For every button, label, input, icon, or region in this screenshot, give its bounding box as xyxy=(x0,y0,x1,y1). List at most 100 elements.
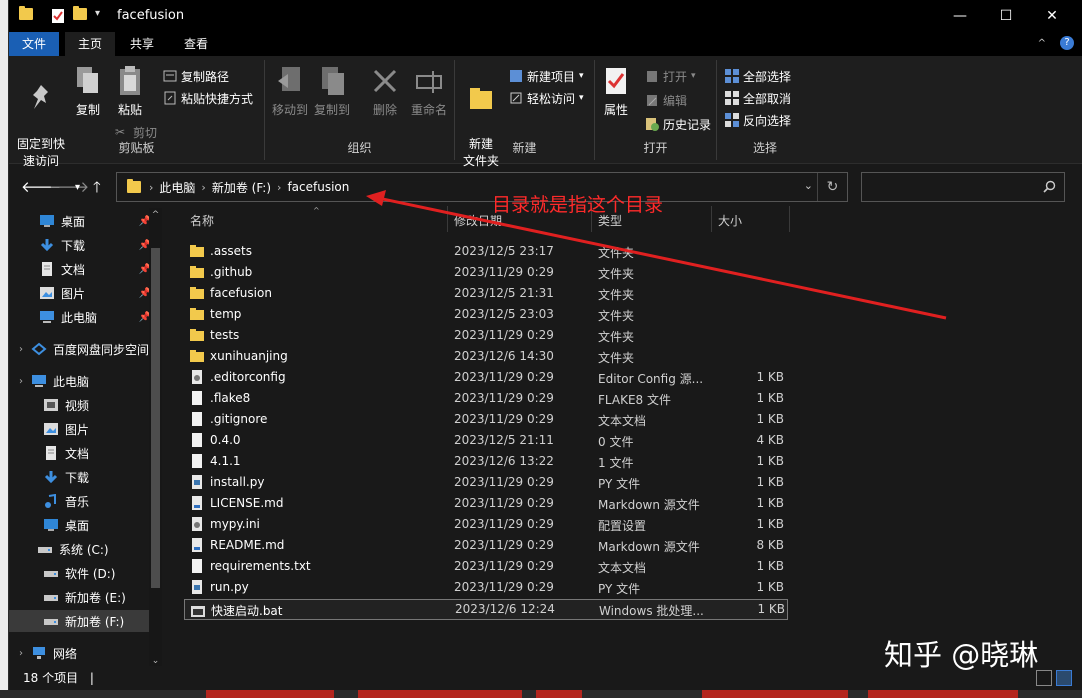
table-row[interactable]: README.md 2023/11/29 0:29 Markdown 源文件 8 KB xyxy=(184,536,788,557)
forward-arrow-icon[interactable]: 🡒 xyxy=(49,177,89,196)
recent-locations-icon[interactable]: ▾ xyxy=(75,182,80,193)
sidebar-item[interactable]: 文档 📌 xyxy=(9,258,149,280)
table-row[interactable]: tests 2023/11/29 0:29 文件夹 xyxy=(184,326,788,347)
rename-button[interactable]: 重命名 xyxy=(409,64,449,119)
address-bar[interactable]: › 此电脑 › 新加卷 (F:) › facefusion ⌄ ↻ xyxy=(116,172,848,202)
breadcrumb-separator-icon[interactable]: › xyxy=(149,181,153,194)
select-none-button[interactable]: 全部取消 xyxy=(725,88,791,108)
paste-shortcut-label: 粘贴快捷方式 xyxy=(181,91,254,106)
delete-button[interactable]: 删除 xyxy=(369,64,401,119)
expand-chevron-icon[interactable]: › xyxy=(19,344,23,355)
navigation-pane-scrollbar[interactable]: ^ ⌄ xyxy=(149,208,162,668)
new-item-button[interactable]: 新建项目 ▾ xyxy=(509,66,584,86)
sidebar-item[interactable]: 桌面 xyxy=(9,514,149,536)
table-row[interactable]: requirements.txt 2023/11/29 0:29 文本文档 1 KB xyxy=(184,557,788,578)
table-row[interactable]: 快速启动.bat 2023/12/6 12:24 Windows 批处理... 1 K… xyxy=(184,599,788,620)
sidebar-item-label: 新加卷 (F:) xyxy=(65,614,125,629)
maximize-button[interactable]: ☐ xyxy=(983,0,1029,32)
scroll-down-icon[interactable]: ⌄ xyxy=(149,656,162,666)
breadcrumb-separator-icon[interactable]: › xyxy=(277,181,281,194)
sidebar-item[interactable]: 视频 xyxy=(9,394,149,416)
sidebar-item[interactable]: 此电脑 › xyxy=(9,370,149,392)
tab-view[interactable]: 查看 xyxy=(171,32,221,56)
table-row[interactable]: .editorconfig 2023/11/29 0:29 Editor Confi… xyxy=(184,368,788,389)
sidebar-item[interactable]: 此电脑 📌 xyxy=(9,306,149,328)
expand-chevron-icon[interactable]: › xyxy=(19,648,23,659)
close-button[interactable]: ✕ xyxy=(1029,0,1075,32)
table-row[interactable]: .assets 2023/12/5 23:17 文件夹 xyxy=(184,242,788,263)
table-row[interactable]: .flake8 2023/11/29 0:29 FLAKE8 文件 1 KB xyxy=(184,389,788,410)
sidebar-item[interactable]: 新加卷 (E:) xyxy=(9,586,149,608)
help-icon[interactable]: ? xyxy=(1060,36,1074,50)
sidebar-item[interactable]: 图片 📌 xyxy=(9,282,149,304)
sidebar-item[interactable]: 下载 📌 xyxy=(9,234,149,256)
large-icons-view-icon[interactable] xyxy=(1056,670,1072,686)
expand-chevron-icon[interactable]: › xyxy=(19,376,23,387)
sidebar-item[interactable]: 下载 xyxy=(9,466,149,488)
table-row[interactable]: xunihuanjing 2023/12/6 14:30 文件夹 xyxy=(184,347,788,368)
item-count: 18 个项目 xyxy=(23,671,79,685)
table-row[interactable]: 4.1.1 2023/12/6 13:22 1 文件 1 KB xyxy=(184,452,788,473)
sidebar-item[interactable]: 桌面 📌 xyxy=(9,210,149,232)
history-button[interactable]: 历史记录 xyxy=(645,114,711,134)
sidebar-item[interactable]: 音乐 xyxy=(9,490,149,512)
select-all-button[interactable]: 全部选择 xyxy=(725,66,791,86)
edit-label: 编辑 xyxy=(663,93,688,108)
address-dropdown-icon[interactable]: ⌄ xyxy=(804,179,813,192)
details-view-icon[interactable] xyxy=(1036,670,1052,686)
sidebar-item[interactable]: 图片 xyxy=(9,418,149,440)
table-row[interactable]: facefusion 2023/12/5 21:31 文件夹 xyxy=(184,284,788,305)
new-folder-quick-icon[interactable] xyxy=(73,6,87,24)
move-to-button[interactable]: 移动到 xyxy=(271,64,309,119)
scroll-up-icon[interactable]: ^ xyxy=(149,210,162,220)
file-date: 2023/11/29 0:29 xyxy=(454,412,554,426)
minimize-button[interactable]: — xyxy=(937,0,983,32)
table-row[interactable]: temp 2023/12/5 23:03 文件夹 xyxy=(184,305,788,326)
file-size: 1 KB xyxy=(756,454,784,468)
table-row[interactable]: LICENSE.md 2023/11/29 0:29 Markdown 源文件 1 K… xyxy=(184,494,788,515)
breadcrumb-facefusion[interactable]: facefusion xyxy=(287,180,349,194)
quick-access-dropdown-icon[interactable]: ▾ xyxy=(95,8,100,24)
sidebar-item[interactable]: 软件 (D:) xyxy=(9,562,149,584)
sidebar-item[interactable]: 网络 › xyxy=(9,642,149,664)
breadcrumb-this-pc[interactable]: 此电脑 xyxy=(159,179,195,196)
copy-to-button[interactable]: 复制到 xyxy=(313,64,351,119)
sidebar-item[interactable]: 百度网盘同步空间 › xyxy=(9,338,149,360)
paste-shortcut-button[interactable]: 粘贴快捷方式 xyxy=(163,88,253,108)
refresh-icon[interactable]: ↻ xyxy=(817,173,847,201)
file-name: 0.4.0 xyxy=(190,433,434,447)
table-row[interactable]: .github 2023/11/29 0:29 文件夹 xyxy=(184,263,788,284)
paste-button[interactable]: 粘贴 xyxy=(113,64,147,119)
copy-button[interactable]: 复制 xyxy=(71,64,105,119)
sidebar-item[interactable]: 文档 xyxy=(9,442,149,464)
tab-home[interactable]: 主页 xyxy=(65,32,116,56)
tab-file[interactable]: 文件 xyxy=(9,32,60,56)
breadcrumb-drive-f[interactable]: 新加卷 (F:) xyxy=(212,179,271,196)
ribbon: 固定到快 速访问 复制 粘贴 复制路径 粘贴快捷方式 ✂ 剪切 剪贴板 移动到 … xyxy=(9,56,1082,168)
open-button[interactable]: 打开 ▾ xyxy=(645,66,696,86)
file-icon xyxy=(191,604,205,618)
scrollbar-thumb[interactable] xyxy=(151,248,160,588)
file-name: xunihuanjing xyxy=(190,349,434,363)
table-row[interactable]: 0.4.0 2023/12/5 21:11 0 文件 4 KB xyxy=(184,431,788,452)
up-arrow-icon[interactable]: 🡑 xyxy=(93,177,101,202)
ribbon-collapse-icon[interactable]: ^ xyxy=(1038,38,1046,49)
sidebar-item[interactable]: 新加卷 (F:) xyxy=(9,610,149,632)
edit-button[interactable]: 编辑 xyxy=(645,90,687,110)
properties-quick-icon[interactable] xyxy=(51,8,65,24)
table-row[interactable]: mypy.ini 2023/11/29 0:29 配置设置 1 KB xyxy=(184,515,788,536)
copy-path-button[interactable]: 复制路径 xyxy=(163,66,229,86)
pinned-icon: 📌 xyxy=(138,263,149,275)
table-row[interactable]: .gitignore 2023/11/29 0:29 文本文档 1 KB xyxy=(184,410,788,431)
breadcrumb-separator-icon[interactable]: › xyxy=(201,181,205,194)
table-row[interactable]: run.py 2023/11/29 0:29 PY 文件 1 KB xyxy=(184,578,788,599)
column-header-size[interactable]: 大小 xyxy=(712,206,790,232)
table-row[interactable]: install.py 2023/11/29 0:29 PY 文件 1 KB xyxy=(184,473,788,494)
properties-button[interactable]: 属性 xyxy=(599,64,633,119)
sidebar-item[interactable]: 系统 (C:) xyxy=(9,538,149,560)
search-input[interactable] xyxy=(861,172,1065,202)
tab-share[interactable]: 共享 xyxy=(117,32,167,56)
invert-selection-button[interactable]: 反向选择 xyxy=(725,110,791,130)
easy-access-button[interactable]: 轻松访问 ▾ xyxy=(509,88,584,108)
column-header-name[interactable]: 名称 xyxy=(184,206,448,232)
